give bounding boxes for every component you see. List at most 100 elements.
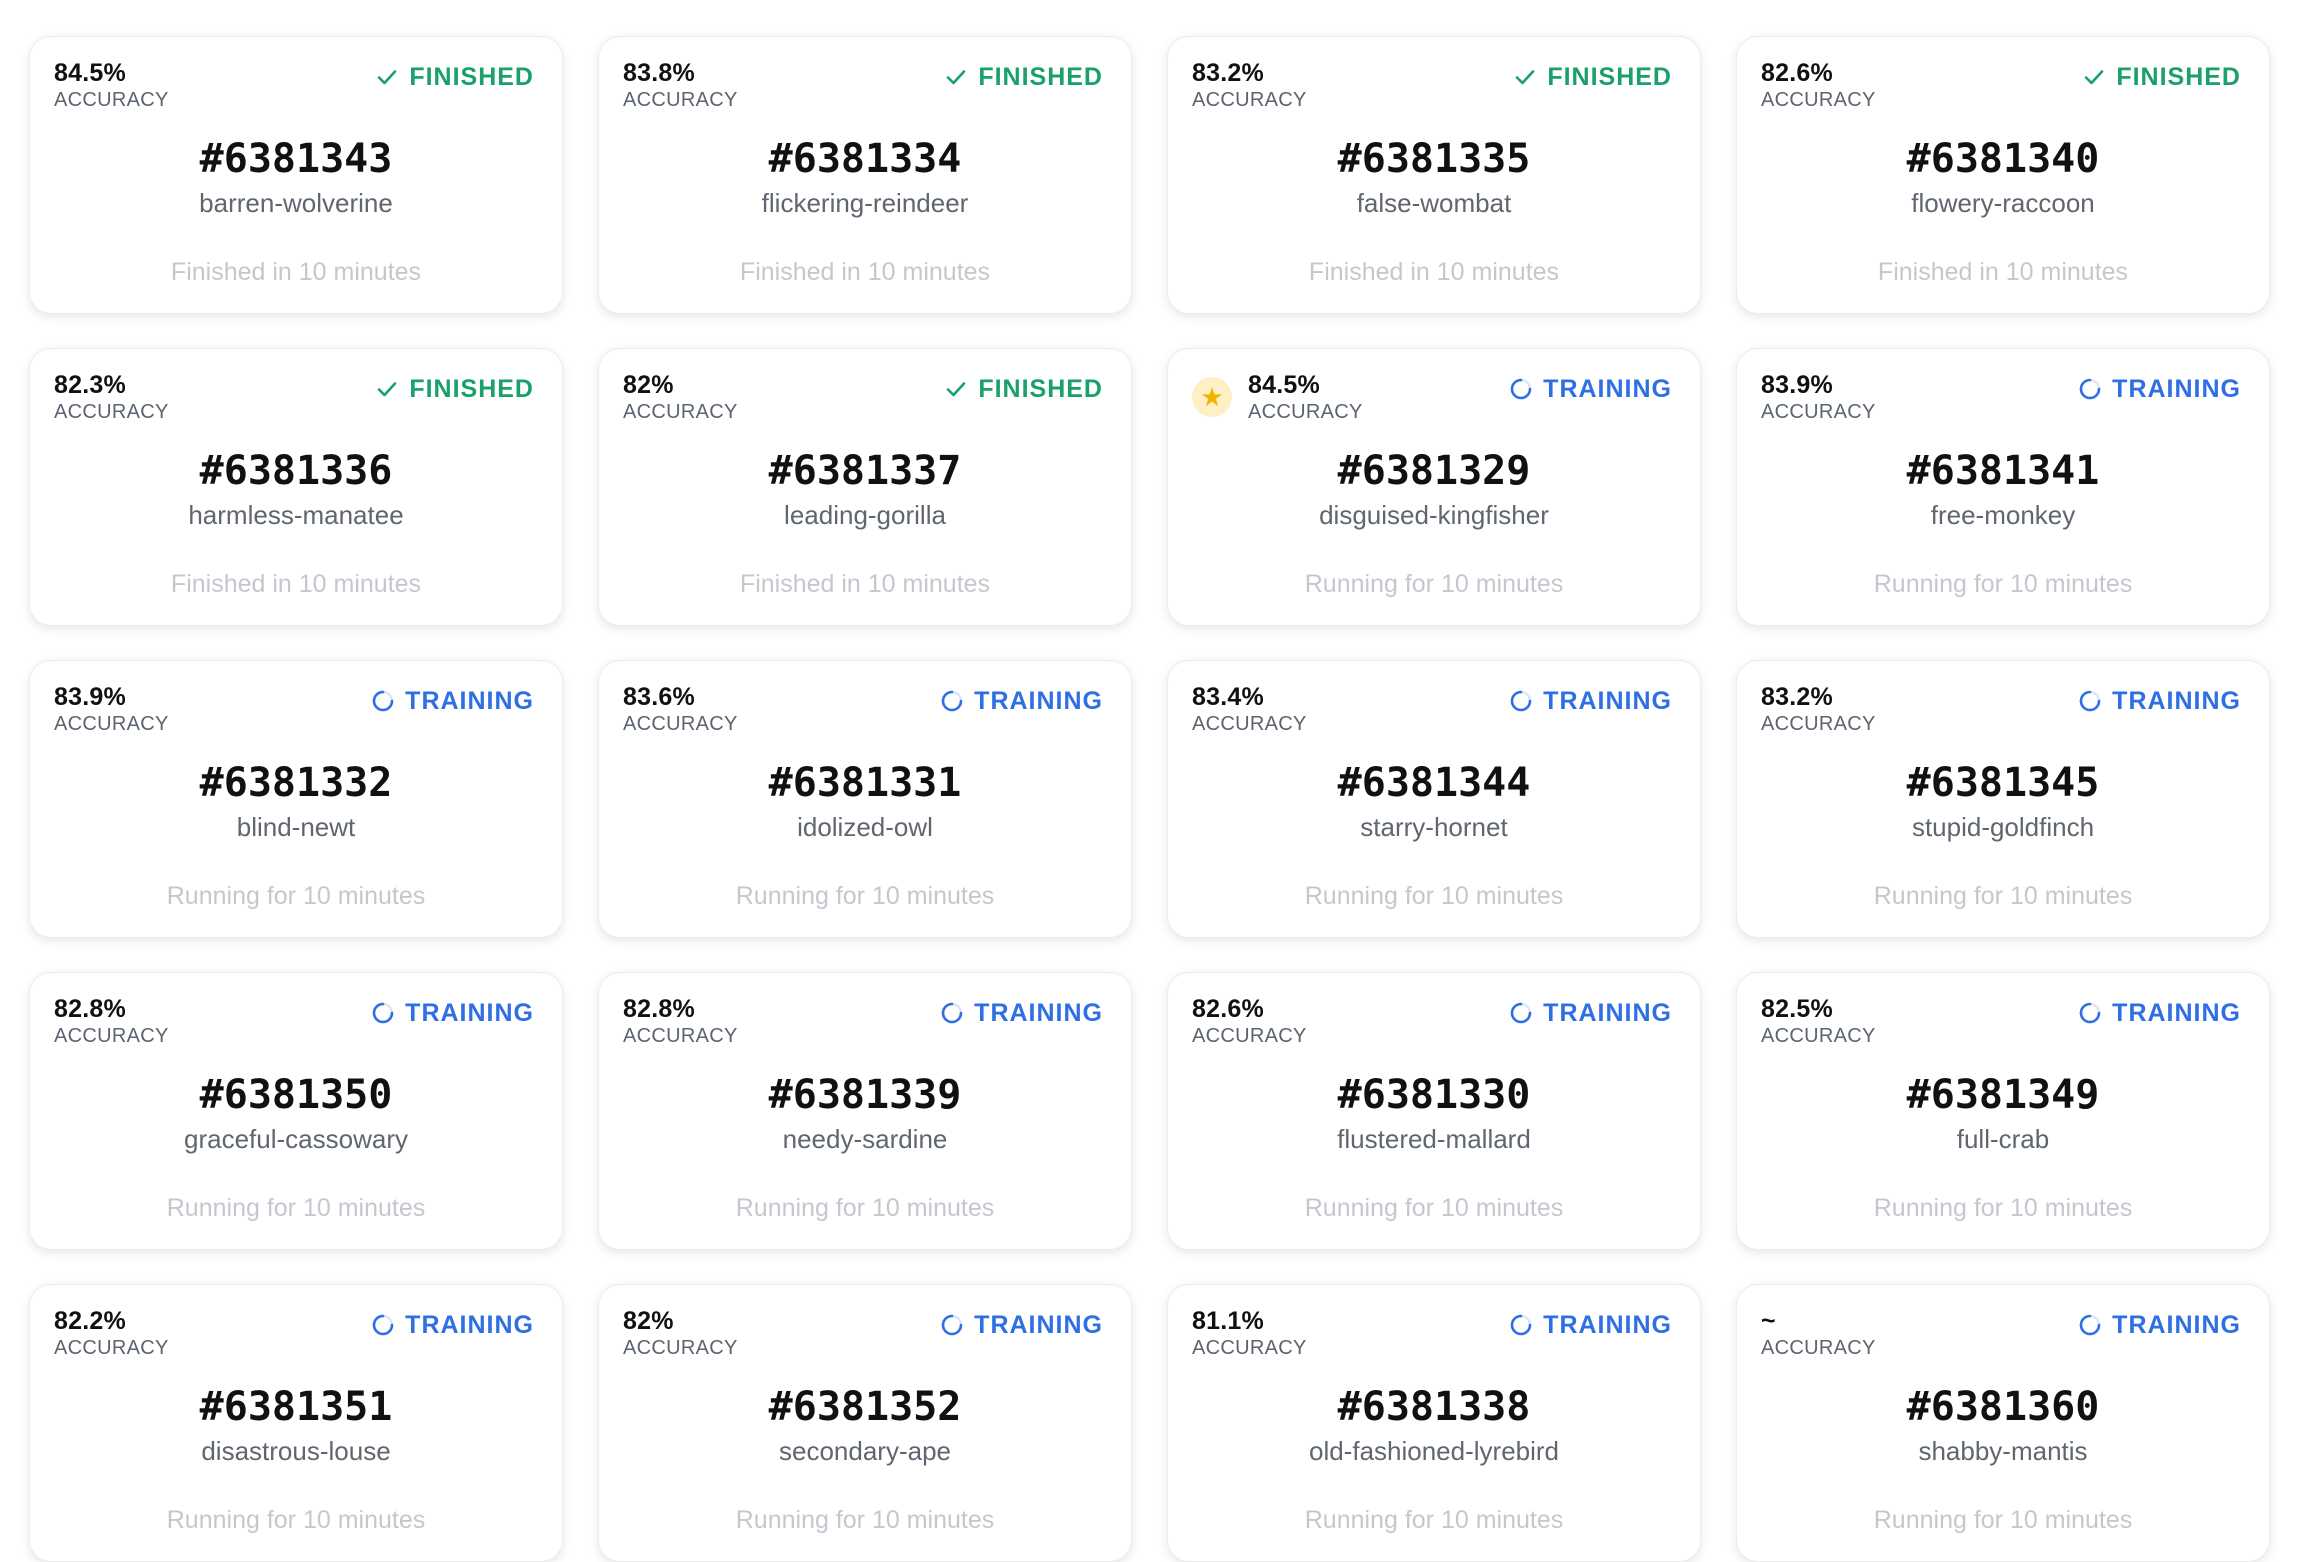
accuracy-value: 82.8%	[54, 995, 126, 1023]
accuracy-value: 83.2%	[1192, 59, 1264, 87]
run-duration: Finished in 10 minutes	[170, 570, 422, 598]
status-label: TRAINING	[974, 687, 1103, 715]
accuracy-label: ACCURACY	[1192, 713, 1307, 735]
run-duration: Running for 10 minutes	[166, 1194, 426, 1222]
accuracy-block: ~ ACCURACY	[1761, 1307, 1876, 1361]
accuracy-value: 83.2%	[1761, 683, 1833, 711]
run-name: flustered-mallard	[1337, 1124, 1531, 1154]
run-id: #6381344	[1337, 760, 1531, 806]
run-card[interactable]: 82% ACCURACY FINISHED #6381337 leading-g…	[598, 348, 1132, 626]
run-card[interactable]: 83.2% ACCURACY FINISHED #6381335 false-w…	[1167, 36, 1701, 314]
run-card[interactable]: 82.8% ACCURACY TRAINING #6381339 needy-s…	[598, 972, 1132, 1250]
status-label: TRAINING	[1543, 1311, 1672, 1339]
run-duration: Running for 10 minutes	[166, 882, 426, 910]
run-card[interactable]: 82.6% ACCURACY TRAINING #6381330 fluster…	[1167, 972, 1701, 1250]
status-label: TRAINING	[2112, 687, 2241, 715]
status-badge: FINISHED	[2082, 61, 2241, 93]
accuracy-block: 82.2% ACCURACY	[54, 1307, 169, 1361]
run-name: starry-hornet	[1360, 812, 1508, 842]
run-card[interactable]: ~ ACCURACY TRAINING #6381360 shabby-mant…	[1736, 1284, 2270, 1562]
run-name: leading-gorilla	[784, 500, 946, 530]
accuracy-block: 82% ACCURACY	[623, 371, 738, 425]
accuracy-value: ~	[1761, 1307, 1776, 1335]
run-card[interactable]: 83.8% ACCURACY FINISHED #6381334 flicker…	[598, 36, 1132, 314]
accuracy-block: 82.5% ACCURACY	[1761, 995, 1876, 1049]
run-name: free-monkey	[1930, 500, 2076, 530]
status-label: FINISHED	[2116, 63, 2241, 91]
accuracy-block: 84.5% ACCURACY	[1248, 371, 1363, 425]
run-name: needy-sardine	[782, 1124, 948, 1154]
run-name: harmless-manatee	[188, 500, 404, 530]
status-badge: TRAINING	[940, 685, 1103, 717]
run-card[interactable]: 82.3% ACCURACY FINISHED #6381336 harmles…	[29, 348, 563, 626]
status-label: TRAINING	[2112, 999, 2241, 1027]
run-id: #6381350	[199, 1072, 393, 1118]
accuracy-block: 82.8% ACCURACY	[54, 995, 169, 1049]
run-card[interactable]: 82.5% ACCURACY TRAINING #6381349 full-cr…	[1736, 972, 2270, 1250]
run-card[interactable]: 83.4% ACCURACY TRAINING #6381344 starry-…	[1167, 660, 1701, 938]
run-card[interactable]: 83.6% ACCURACY TRAINING #6381331 idolize…	[598, 660, 1132, 938]
run-card[interactable]: 81.1% ACCURACY TRAINING #6381338 old-fas…	[1167, 1284, 1701, 1562]
spinner-icon	[372, 690, 394, 712]
run-duration: Finished in 10 minutes	[739, 258, 991, 286]
accuracy-value: 82.8%	[623, 995, 695, 1023]
run-card-grid: 84.5% ACCURACY FINISHED #6381343 barren-…	[29, 36, 2279, 1562]
run-duration: Finished in 10 minutes	[170, 258, 422, 286]
spinner-icon	[2079, 690, 2101, 712]
accuracy-label: ACCURACY	[54, 713, 169, 735]
status-badge: FINISHED	[944, 373, 1103, 405]
run-id: #6381352	[768, 1384, 962, 1430]
accuracy-block: 83.2% ACCURACY	[1192, 59, 1307, 113]
check-icon	[947, 382, 966, 397]
status-badge: FINISHED	[944, 61, 1103, 93]
accuracy-label: ACCURACY	[1192, 1025, 1307, 1047]
status-badge: FINISHED	[1513, 61, 1672, 93]
run-card[interactable]: 84.5% ACCURACY FINISHED #6381343 barren-…	[29, 36, 563, 314]
status-badge: TRAINING	[940, 997, 1103, 1029]
run-id: #6381351	[199, 1384, 393, 1430]
run-duration: Running for 10 minutes	[1873, 570, 2133, 598]
run-name: stupid-goldfinch	[1911, 812, 2095, 842]
run-duration: Finished in 10 minutes	[1308, 258, 1560, 286]
accuracy-value: 81.1%	[1192, 1307, 1264, 1335]
accuracy-label: ACCURACY	[1192, 89, 1307, 111]
spinner-icon	[941, 1314, 963, 1336]
accuracy-label: ACCURACY	[54, 1337, 169, 1359]
accuracy-value: 84.5%	[1248, 371, 1320, 399]
accuracy-value: 82.2%	[54, 1307, 126, 1335]
accuracy-block: 83.6% ACCURACY	[623, 683, 738, 737]
run-card[interactable]: 83.9% ACCURACY TRAINING #6381341 free-mo…	[1736, 348, 2270, 626]
run-name: old-fashioned-lyrebird	[1308, 1436, 1560, 1466]
status-badge: TRAINING	[371, 685, 534, 717]
spinner-icon	[2079, 378, 2101, 400]
accuracy-block: 83.2% ACCURACY	[1761, 683, 1876, 737]
accuracy-label: ACCURACY	[623, 713, 738, 735]
run-duration: Running for 10 minutes	[735, 882, 995, 910]
check-icon	[378, 70, 397, 85]
run-duration: Running for 10 minutes	[735, 1194, 995, 1222]
run-card[interactable]: 82% ACCURACY TRAINING #6381352 secondary…	[598, 1284, 1132, 1562]
accuracy-label: ACCURACY	[1248, 401, 1363, 423]
spinner-icon	[1510, 1314, 1532, 1336]
status-label: TRAINING	[405, 687, 534, 715]
run-card[interactable]: 83.2% ACCURACY TRAINING #6381345 stupid-…	[1736, 660, 2270, 938]
run-card[interactable]: 83.9% ACCURACY TRAINING #6381332 blind-n…	[29, 660, 563, 938]
accuracy-block: 83.8% ACCURACY	[623, 59, 738, 113]
run-card[interactable]: ★ 84.5% ACCURACY TRAINING #6381329 disgu…	[1167, 348, 1701, 626]
status-label: TRAINING	[2112, 1311, 2241, 1339]
run-duration: Running for 10 minutes	[1304, 1506, 1564, 1534]
run-id: #6381340	[1906, 136, 2100, 182]
accuracy-value: 82%	[623, 371, 674, 399]
run-card[interactable]: 82.8% ACCURACY TRAINING #6381350 gracefu…	[29, 972, 563, 1250]
accuracy-label: ACCURACY	[1761, 89, 1876, 111]
accuracy-block: 82.8% ACCURACY	[623, 995, 738, 1049]
run-card[interactable]: 82.2% ACCURACY TRAINING #6381351 disastr…	[29, 1284, 563, 1562]
accuracy-block: 82.3% ACCURACY	[54, 371, 169, 425]
run-duration: Finished in 10 minutes	[1877, 258, 2129, 286]
run-duration: Running for 10 minutes	[735, 1506, 995, 1534]
check-icon	[2085, 70, 2104, 85]
run-name: graceful-cassowary	[184, 1124, 408, 1154]
status-badge: TRAINING	[2078, 685, 2241, 717]
run-card[interactable]: 82.6% ACCURACY FINISHED #6381340 flowery…	[1736, 36, 2270, 314]
status-label: FINISHED	[409, 375, 534, 403]
